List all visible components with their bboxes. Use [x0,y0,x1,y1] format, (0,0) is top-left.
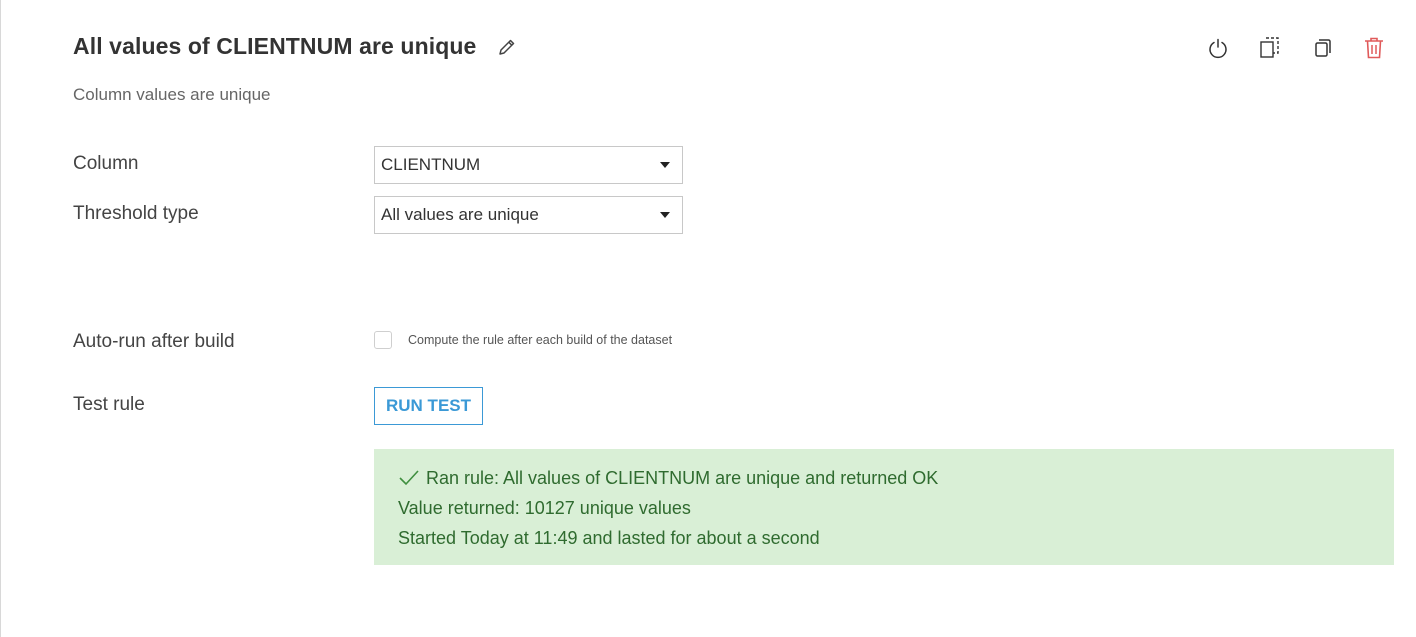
delete-rule-button[interactable] [1362,35,1386,61]
result-timing-text: Started Today at 11:49 and lasted for ab… [398,527,820,548]
rule-editor-panel: All values of CLIENTNUM are unique Colum… [0,0,1416,637]
pencil-icon [499,39,515,55]
column-select[interactable]: CLIENTNUM [374,146,683,184]
column-label: Column [73,153,139,174]
caret-down-icon [660,162,670,168]
rule-subtitle: Column values are unique [73,85,271,104]
test-rule-label: Test rule [73,394,145,415]
column-select-value: CLIENTNUM [381,155,481,174]
copy-rule-button[interactable] [1310,35,1334,61]
title-row: All values of CLIENTNUM are unique [73,33,518,60]
copy-icon [1315,39,1331,57]
autorun-label: Auto-run after build [73,331,235,352]
rule-title: All values of CLIENTNUM are unique [73,33,477,59]
power-icon [1209,38,1227,59]
toggle-rule-button[interactable] [1206,35,1230,61]
edit-title-button[interactable] [496,36,518,58]
test-result-box: Ran rule: All values of CLIENTNUM are un… [374,449,1394,565]
duplicate-rule-button[interactable] [1258,35,1282,61]
result-line-status: Ran rule: All values of CLIENTNUM are un… [398,463,1394,493]
threshold-type-label: Threshold type [73,203,199,224]
run-test-button[interactable]: RUN TEST [374,387,483,425]
header-actions [1206,35,1386,61]
caret-down-icon [660,212,670,218]
duplicate-icon [1260,37,1279,58]
result-value-text: Value returned: 10127 unique values [398,497,691,518]
threshold-type-select[interactable]: All values are unique [374,196,683,234]
check-icon [398,469,422,487]
trash-icon [1365,37,1383,59]
threshold-type-value: All values are unique [381,205,539,224]
result-status-text: Ran rule: All values of CLIENTNUM are un… [426,467,939,488]
autorun-checkbox[interactable] [374,331,392,349]
autorun-checkbox-row: Compute the rule after each build of the… [374,331,672,349]
autorun-checkbox-label: Compute the rule after each build of the… [408,333,673,347]
